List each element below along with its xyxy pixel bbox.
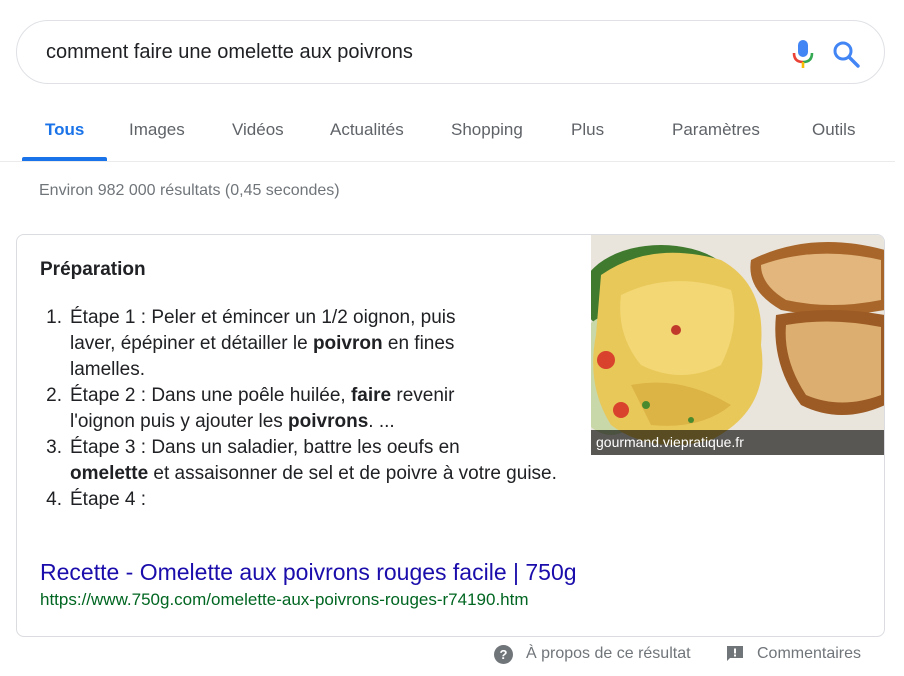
tab-outils[interactable]: Outils	[812, 120, 855, 140]
help-icon: ?	[494, 644, 513, 664]
feedback-label: Commentaires	[757, 645, 862, 662]
tab-shopping[interactable]: Shopping	[451, 120, 523, 140]
step-text: Étape 4 :	[70, 489, 147, 510]
tabs-divider	[0, 161, 895, 162]
snippet-heading: Préparation	[40, 259, 146, 280]
search-bar[interactable]: comment faire une omelette aux poivrons	[16, 20, 885, 84]
list-item: 3. Étape 3 : Dans un saladier, battre le…	[40, 435, 680, 487]
search-icon[interactable]	[832, 40, 860, 68]
featured-snippet: Préparation 1. Étape 1 : Peler et émince…	[16, 234, 885, 637]
tab-plus[interactable]: Plus	[571, 120, 604, 140]
result-title-link[interactable]: Recette - Omelette aux poivrons rouges f…	[40, 557, 577, 587]
step-text: Étape 3 : Dans un saladier, battre les o…	[70, 437, 557, 484]
about-result-label: À propos de ce résultat	[526, 645, 691, 662]
search-tabs: Tous Images Vidéos Actualités Shopping P…	[0, 104, 904, 162]
tab-parametres[interactable]: Paramètres	[672, 120, 760, 140]
step-number: 4.	[46, 489, 62, 510]
tab-tous[interactable]: Tous	[45, 120, 84, 140]
step-text: Étape 2 : Dans une poêle huilée, faire r…	[70, 385, 455, 432]
list-item: 1. Étape 1 : Peler et émincer un 1/2 oig…	[40, 305, 680, 383]
search-input[interactable]: comment faire une omelette aux poivrons	[46, 38, 413, 66]
snippet-image[interactable]: gourmand.viepratique.fr	[591, 235, 884, 455]
list-item: 4. Étape 4 :	[40, 487, 680, 513]
step-text: Étape 1 : Peler et émincer un 1/2 oignon…	[70, 307, 456, 380]
step-number: 3.	[46, 437, 62, 458]
tab-videos[interactable]: Vidéos	[232, 120, 284, 140]
list-item: 2. Étape 2 : Dans une poêle huilée, fair…	[40, 383, 680, 435]
step-number: 1.	[46, 307, 62, 328]
result-url[interactable]: https://www.750g.com/omelette-aux-poivro…	[40, 589, 529, 611]
tab-actualites[interactable]: Actualités	[330, 120, 404, 140]
feedback-link[interactable]: Commentaires	[726, 643, 861, 665]
microphone-icon[interactable]	[791, 39, 815, 69]
omelette-image	[591, 235, 884, 455]
result-stats: Environ 982 000 résultats (0,45 secondes…	[39, 182, 340, 199]
tab-images[interactable]: Images	[129, 120, 185, 140]
feedback-icon	[727, 646, 743, 661]
steps-list: 1. Étape 1 : Peler et émincer un 1/2 oig…	[40, 305, 680, 513]
step-number: 2.	[46, 385, 62, 406]
image-caption: gourmand.viepratique.fr	[591, 430, 884, 455]
about-result-link[interactable]: ? À propos de ce résultat	[494, 643, 691, 665]
